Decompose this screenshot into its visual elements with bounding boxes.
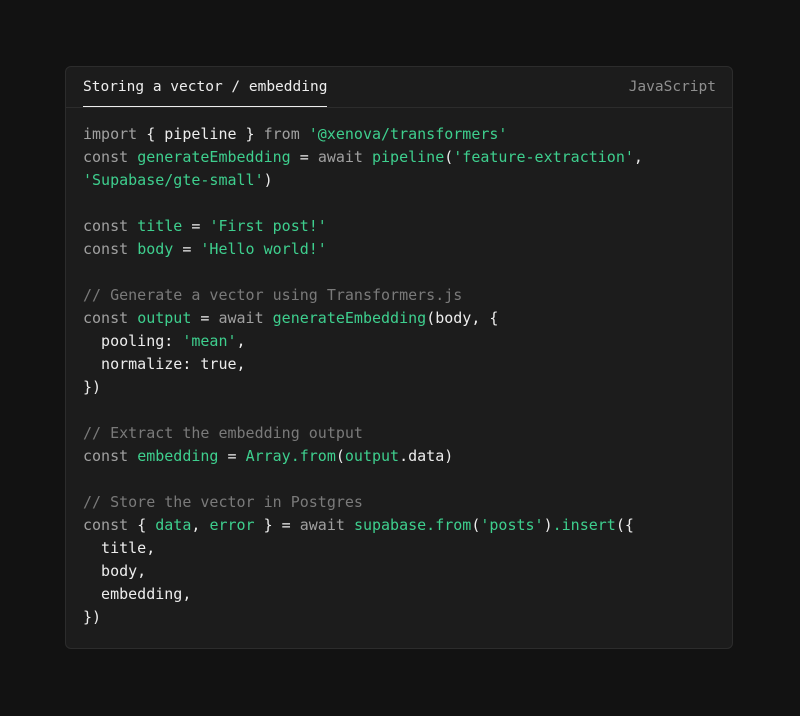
- code-line: normalize: true,: [83, 353, 722, 376]
- code-token: }: [236, 125, 264, 143]
- code-line: title,: [83, 537, 722, 560]
- code-token: ({: [615, 516, 634, 534]
- code-token: title: [137, 217, 183, 235]
- code-line: const title = 'First post!': [83, 215, 722, 238]
- language-label: JavaScript: [628, 79, 716, 95]
- code-panel: Storing a vector / embedding JavaScript …: [65, 66, 733, 649]
- code-token: output: [137, 309, 192, 327]
- code-token: ,: [236, 332, 246, 350]
- code-token: ): [543, 516, 553, 534]
- code-line: }): [83, 606, 722, 629]
- code-token: 'feature-extraction': [453, 148, 634, 166]
- code-line: }): [83, 376, 722, 399]
- code-token: const: [83, 148, 138, 166]
- code-line: // Extract the embedding output: [83, 422, 722, 445]
- code-token: const: [83, 217, 138, 235]
- code-token: const: [83, 240, 138, 258]
- code-token: from: [263, 125, 309, 143]
- code-token: data: [155, 516, 192, 534]
- code-token: 'posts': [480, 516, 544, 534]
- code-token: await: [299, 516, 354, 534]
- code-token: (: [444, 148, 454, 166]
- code-token: ,: [633, 148, 643, 166]
- code-token: error: [209, 516, 255, 534]
- code-token: .data): [399, 447, 454, 465]
- code-line: pooling: 'mean',: [83, 330, 722, 353]
- code-line: // Generate a vector using Transformers.…: [83, 284, 722, 307]
- code-token: =: [191, 309, 219, 327]
- code-line: // Store the vector in Postgres: [83, 491, 722, 514]
- code-line: const body = 'Hello world!': [83, 238, 722, 261]
- code-token: {: [137, 516, 156, 534]
- code-line: const embedding = Array.from(output.data…: [83, 445, 722, 468]
- code-line: const output = await generateEmbedding(b…: [83, 307, 722, 330]
- code-line: import { pipeline } from '@xenova/transf…: [83, 123, 722, 146]
- code-token: generateEmbedding: [272, 309, 427, 327]
- code-token: .insert: [552, 516, 616, 534]
- code-token: pooling:: [83, 332, 183, 350]
- code-token: output: [344, 447, 400, 465]
- code-token: 'First post!': [209, 217, 327, 235]
- code-block: import { pipeline } from '@xenova/transf…: [83, 123, 722, 629]
- code-token: } =: [254, 516, 300, 534]
- code-line: body,: [83, 560, 722, 583]
- code-token: 'mean': [182, 332, 237, 350]
- code-token: }): [83, 608, 102, 626]
- code-token: body: [137, 240, 174, 258]
- code-token: (: [335, 447, 345, 465]
- code-token: const: [83, 447, 138, 465]
- code-token: (body, {: [426, 309, 499, 327]
- code-token: body,: [83, 562, 147, 580]
- code-panel-header: Storing a vector / embedding JavaScript: [66, 67, 732, 108]
- code-token: =: [173, 240, 201, 258]
- code-token: title,: [83, 539, 156, 557]
- code-token: generateEmbedding: [137, 148, 291, 166]
- code-token: =: [290, 148, 318, 166]
- code-token: {: [146, 125, 165, 143]
- code-token: await: [317, 148, 372, 166]
- code-token: embedding,: [83, 585, 192, 603]
- code-token: const: [83, 516, 138, 534]
- code-token: '@xenova/transformers': [308, 125, 508, 143]
- code-token: supabase.from: [353, 516, 472, 534]
- code-token: ,: [191, 516, 210, 534]
- code-token: import: [83, 125, 147, 143]
- code-token: =: [182, 217, 210, 235]
- code-line: embedding,: [83, 583, 722, 606]
- code-token: 'Hello world!': [200, 240, 327, 258]
- code-line: 'Supabase/gte-small'): [83, 169, 722, 192]
- code-token: 'Supabase/gte-small': [83, 171, 264, 189]
- code-token: // Extract the embedding output: [83, 424, 363, 442]
- code-token: embedding: [137, 447, 219, 465]
- code-token: ): [263, 171, 273, 189]
- code-token: normalize: true,: [83, 355, 246, 373]
- code-token: // Store the vector in Postgres: [83, 493, 363, 511]
- code-token: pipeline: [372, 148, 445, 166]
- code-token: }): [83, 378, 102, 396]
- code-line: const generateEmbedding = await pipeline…: [83, 146, 722, 169]
- code-token: // Generate a vector using Transformers.…: [83, 286, 463, 304]
- code-token: pipeline: [164, 125, 237, 143]
- tab-storing-vector[interactable]: Storing a vector / embedding: [83, 67, 328, 107]
- code-token: const: [83, 309, 138, 327]
- code-token: =: [218, 447, 246, 465]
- code-line: const { data, error } = await supabase.f…: [83, 514, 722, 537]
- code-token: Array.from: [245, 447, 336, 465]
- code-token: await: [218, 309, 273, 327]
